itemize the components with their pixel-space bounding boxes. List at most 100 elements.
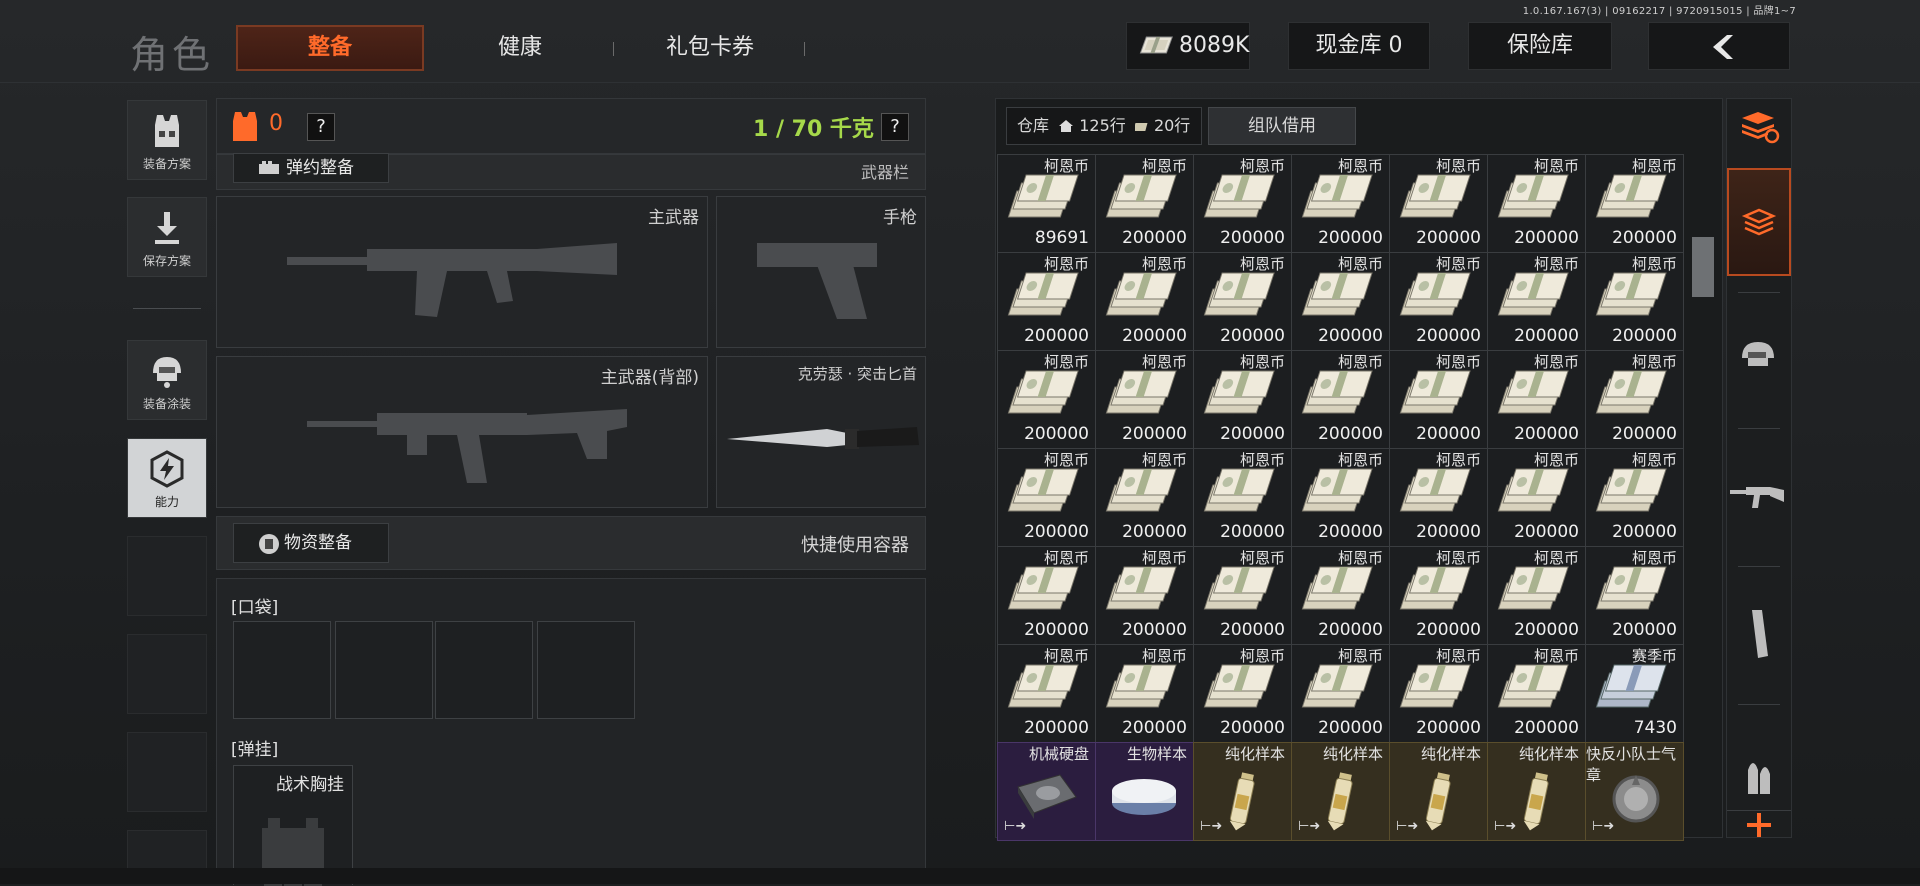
stash-item[interactable]: ⊢➜ 纯化样本 — [1291, 742, 1390, 841]
pistol-slot[interactable]: 手枪 — [716, 196, 926, 348]
stash-item[interactable]: 柯恩币 200000 — [1291, 350, 1390, 449]
stash-item[interactable]: 柯恩币 200000 — [1193, 644, 1292, 743]
stash-item[interactable]: 柯恩币 200000 — [1487, 546, 1586, 645]
stash-item[interactable]: ⊢➜ 纯化样本 — [1389, 742, 1488, 841]
cash-vault-button[interactable]: 现金库 0 — [1288, 22, 1430, 70]
rifle-icon[interactable] — [1730, 478, 1786, 518]
stash-item[interactable]: 柯恩币 200000 — [1193, 448, 1292, 547]
sidebar-item-label: 能力 — [154, 495, 179, 509]
pocket-slot[interactable] — [335, 621, 433, 719]
stash-item[interactable]: 柯恩币 200000 — [1585, 546, 1684, 645]
stash-item[interactable]: 柯恩币 200000 — [1487, 252, 1586, 351]
help-button[interactable]: ? — [307, 113, 335, 141]
stash-item[interactable]: 柯恩币 200000 — [1389, 350, 1488, 449]
stash-item[interactable]: 柯恩币 200000 — [1193, 350, 1292, 449]
extract-icon: ⊢➜ — [1396, 819, 1419, 834]
stash-item[interactable]: 柯恩币 200000 — [997, 448, 1096, 547]
stash-item[interactable]: 柯恩币 200000 — [997, 350, 1096, 449]
sort-icon[interactable] — [1738, 108, 1780, 144]
stash-item[interactable]: 柯恩币 200000 — [1291, 546, 1390, 645]
stash-item[interactable]: 柯恩币 200000 — [1389, 644, 1488, 743]
stash-item[interactable]: 柯恩币 200000 — [1193, 546, 1292, 645]
item-name: 机械硬盘 — [1028, 745, 1089, 763]
stash-item[interactable]: 赛季币 7430 — [1585, 644, 1684, 743]
stash-item[interactable]: 柯恩币 200000 — [1389, 448, 1488, 547]
stash-item[interactable]: 柯恩币 200000 — [1487, 448, 1586, 547]
koen-coin-icon — [1104, 561, 1178, 619]
item-quantity: 200000 — [1514, 424, 1579, 444]
back-weapon-slot[interactable]: 主武器(背部) — [216, 356, 708, 508]
item-quantity: 200000 — [1122, 522, 1187, 542]
item-name: 柯恩币 — [1533, 157, 1579, 175]
stash-item[interactable]: 柯恩币 200000 — [1291, 644, 1390, 743]
stash-item[interactable]: 柯恩币 200000 — [1095, 252, 1194, 351]
stash-item[interactable]: 生物样本 — [1095, 742, 1194, 841]
sidebar-item-abilities[interactable]: 能力 — [127, 438, 207, 518]
stash-item[interactable]: 柯恩币 200000 — [1193, 154, 1292, 253]
item-quantity: 7430 — [1633, 718, 1677, 738]
pocket-slot[interactable] — [435, 621, 533, 719]
pocket-slot[interactable] — [537, 621, 635, 719]
stash-item[interactable]: ⊢➜ 纯化样本 — [1193, 742, 1292, 841]
stash-item[interactable]: 柯恩币 200000 — [1291, 154, 1390, 253]
stash-item[interactable]: 柯恩币 89691 — [997, 154, 1096, 253]
stash-item[interactable]: 柯恩币 200000 — [1487, 154, 1586, 253]
cash-small-icon — [1133, 123, 1148, 131]
stash-item[interactable]: 柯恩币 200000 — [1487, 350, 1586, 449]
ammo-loadout-button[interactable]: 弹约整备 — [233, 153, 389, 183]
weapons-column-label: 武器栏 — [860, 163, 909, 182]
stash-item[interactable]: 柯恩币 200000 — [1389, 154, 1488, 253]
stash-item[interactable]: 柯恩币 200000 — [997, 546, 1096, 645]
stash-item[interactable]: 柯恩币 200000 — [1585, 448, 1684, 547]
stash-item[interactable]: 柯恩币 200000 — [1585, 252, 1684, 351]
stash-item[interactable]: 柯恩币 200000 — [1095, 644, 1194, 743]
stash-item[interactable]: 柯恩币 200000 — [1095, 448, 1194, 547]
supplies-loadout-button[interactable]: 物资整备 — [233, 523, 389, 563]
scrollbar-thumb[interactable] — [1692, 237, 1714, 297]
stash-item[interactable]: 柯恩币 200000 — [1193, 252, 1292, 351]
item-name: 柯恩币 — [1435, 255, 1481, 273]
item-name: 纯化样本 — [1518, 745, 1579, 763]
team-loan-button[interactable]: 组队借用 — [1208, 107, 1356, 145]
stash-item[interactable]: 柯恩币 200000 — [997, 252, 1096, 351]
rig-slot[interactable]: 战术胸挂 — [233, 765, 353, 886]
sidebar-divider — [133, 308, 201, 309]
tab-loadout[interactable]: 整备 — [236, 25, 424, 71]
stash-item[interactable]: 柯恩币 200000 — [1095, 154, 1194, 253]
safe-button[interactable]: 保险库 — [1468, 22, 1612, 70]
stash-item[interactable]: 柯恩币 200000 — [1487, 644, 1586, 743]
stash-item[interactable]: ⊢➜ 纯化样本 — [1487, 742, 1586, 841]
tab-gift-vouchers[interactable]: 礼包卡券 — [640, 25, 780, 71]
add-category-button[interactable] — [1727, 810, 1791, 839]
stash-item[interactable]: 柯恩币 200000 — [1291, 448, 1390, 547]
stash-item[interactable]: ⊢➜ 快反小队士气章 — [1585, 742, 1684, 841]
stash-item[interactable]: 柯恩币 200000 — [1389, 546, 1488, 645]
stash-item[interactable]: 柯恩币 200000 — [1095, 350, 1194, 449]
melee-slot[interactable]: 克劳瑟 · 突击匕首 — [716, 356, 926, 508]
back-button[interactable] — [1648, 22, 1790, 70]
stash-item[interactable]: 柯恩币 200000 — [1585, 350, 1684, 449]
magazine-icon[interactable] — [1746, 608, 1772, 660]
stash-item[interactable]: ⊢➜ 机械硬盘 — [997, 742, 1096, 841]
sidebar-item-loadout-plans[interactable]: 装备方案 — [127, 100, 207, 180]
tab-health[interactable]: 健康 — [460, 25, 580, 71]
stash-item[interactable]: 柯恩币 200000 — [1389, 252, 1488, 351]
item-name: 柯恩币 — [1533, 647, 1579, 665]
supplies-panel: [口袋] [弹挂] 战术胸挂 — [216, 578, 926, 886]
helmet-icon[interactable] — [1738, 336, 1778, 376]
koen-coin-icon — [1202, 561, 1276, 619]
stash-layer-tab[interactable] — [1727, 168, 1791, 276]
sidebar-item-save-plan[interactable]: 保存方案 — [127, 197, 207, 277]
ammo-icon[interactable] — [1744, 748, 1774, 796]
stash-item[interactable]: 柯恩币 200000 — [1291, 252, 1390, 351]
pocket-slot[interactable] — [233, 621, 331, 719]
stash-item[interactable]: 柯恩币 200000 — [997, 644, 1096, 743]
weight-help-button[interactable]: ? — [881, 113, 909, 141]
stash-item[interactable]: 柯恩币 200000 — [1095, 546, 1194, 645]
category-divider — [1738, 704, 1780, 705]
sidebar-item-skins[interactable]: 装备涂装 — [127, 340, 207, 420]
stash-item[interactable]: 柯恩币 200000 — [1585, 154, 1684, 253]
currency-display[interactable]: 8089K — [1126, 22, 1250, 70]
koen-coin-icon — [1104, 659, 1178, 717]
primary-weapon-slot[interactable]: 主武器 — [216, 196, 708, 348]
